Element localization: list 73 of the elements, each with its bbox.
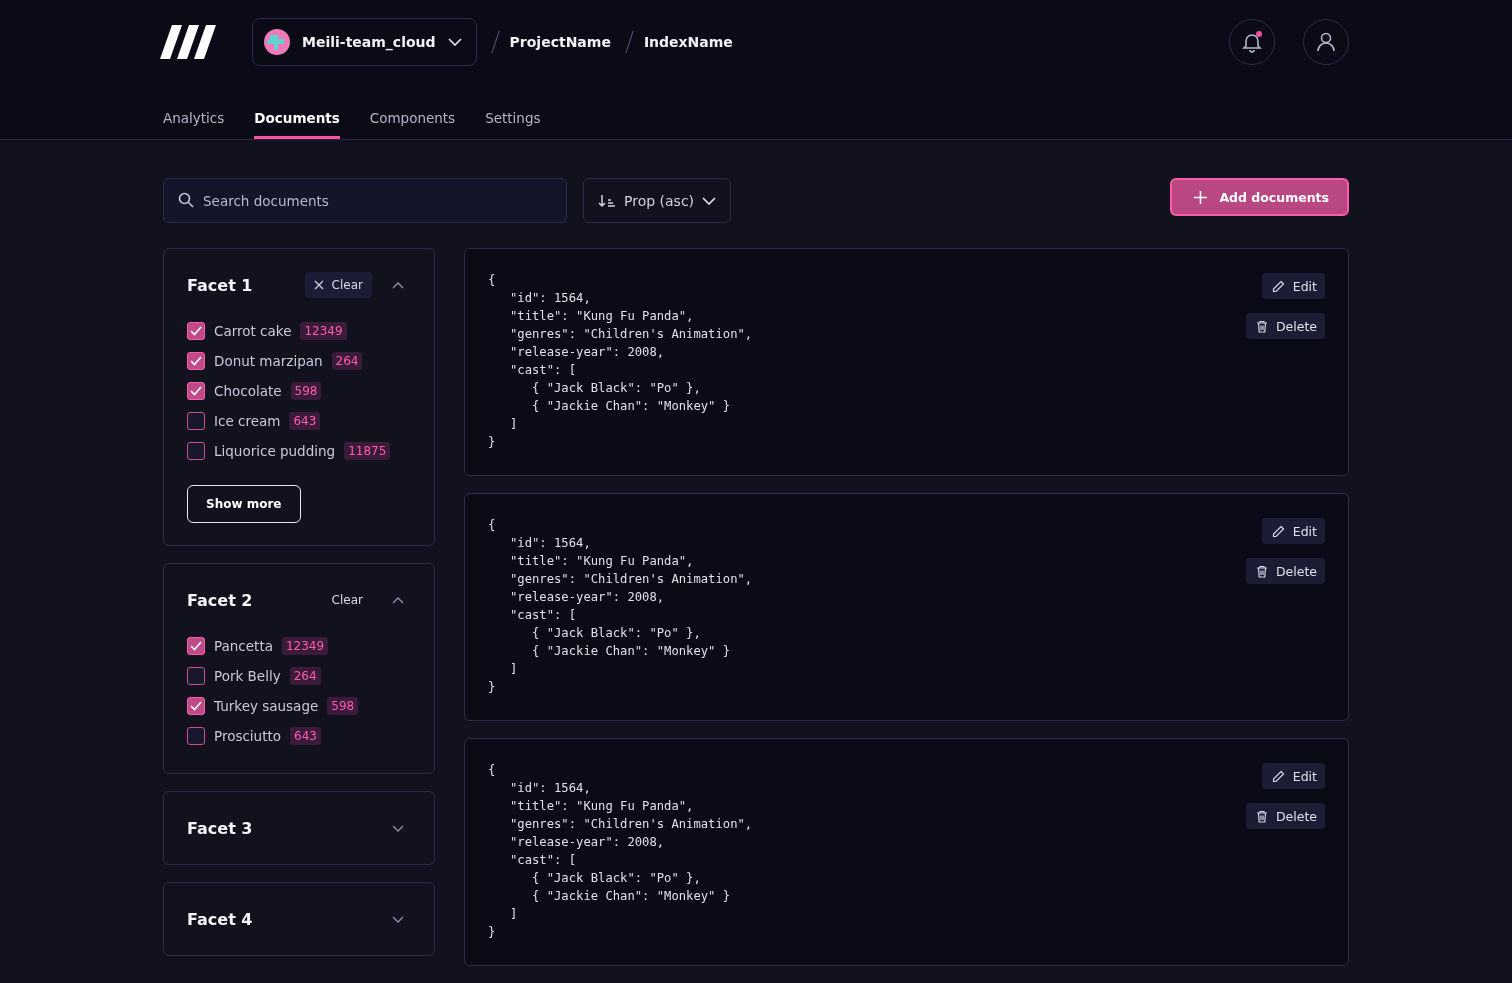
option-label: Carrot cake — [214, 323, 292, 339]
edit-button[interactable]: Edit — [1261, 518, 1325, 544]
delete-button[interactable]: Delete — [1245, 313, 1325, 339]
pencil-icon — [1271, 279, 1285, 293]
sort-dropdown[interactable]: Prop (asc) — [583, 178, 732, 223]
facet-title: Facet 1 — [187, 275, 253, 295]
search-field[interactable]: Search documents — [163, 178, 567, 223]
option-label: Turkey sausage — [214, 698, 319, 714]
plus-icon — [1194, 190, 1208, 204]
count-badge: 11875 — [344, 442, 391, 460]
trash-icon — [1255, 809, 1268, 823]
count-badge: 598 — [290, 382, 322, 400]
delete-button[interactable]: Delete — [1245, 558, 1325, 584]
chevron-down-icon — [392, 915, 404, 923]
option-label: Pancetta — [214, 638, 273, 654]
breadcrumb-link[interactable]: IndexName — [643, 34, 733, 50]
pencil-icon — [1271, 524, 1285, 538]
chevron-up-icon — [392, 596, 404, 604]
option-label: Pork Belly — [214, 668, 281, 684]
nav-tab[interactable]: Components — [369, 110, 456, 139]
checkbox[interactable] — [187, 667, 205, 685]
checkbox[interactable] — [187, 412, 205, 430]
option-label: Ice cream — [214, 413, 281, 429]
edit-button[interactable]: Edit — [1261, 273, 1325, 299]
checkbox[interactable] — [187, 697, 205, 715]
chevron-up-icon — [392, 281, 404, 289]
checkbox[interactable] — [187, 442, 205, 460]
clear-button[interactable]: Clear — [304, 272, 372, 298]
json-text: { "id": 1564, "title": "Kung Fu Panda", "genres": "Children's Animation", "release-year": 2008, "cast": [ { "Jack Black": "Po" }, { "Jackie Chan": "Monkey" } ] } — [488, 762, 754, 941]
count-badge: 643 — [290, 727, 321, 745]
chevron-down-icon — [702, 196, 717, 205]
count-badge: 264 — [331, 352, 363, 370]
clear-button[interactable]: Clear — [322, 587, 372, 613]
delete-button[interactable]: Delete — [1245, 803, 1325, 829]
checkbox[interactable] — [187, 322, 205, 340]
facet-title: Facet 3 — [187, 818, 253, 838]
nav-tab[interactable]: Settings — [485, 110, 541, 139]
pencil-icon — [1271, 769, 1285, 783]
checkbox[interactable] — [187, 352, 205, 370]
org-selector[interactable]: Meili-team_cloud — [252, 18, 477, 66]
show-more-button[interactable]: Show more — [187, 485, 301, 523]
edit-button[interactable]: Edit — [1261, 763, 1325, 789]
json-text: { "id": 1564, "title": "Kung Fu Panda", "genres": "Children's Animation", "release-year": 2008, "cast": [ { "Jack Black": "Po" }, { "Jackie Chan": "Monkey" } ] } — [488, 272, 754, 451]
search-icon — [178, 192, 194, 208]
add-documents-button[interactable]: Add documents — [1170, 178, 1349, 216]
trash-icon — [1255, 564, 1268, 578]
avatar-icon — [264, 29, 290, 55]
checkbox[interactable] — [187, 637, 205, 655]
count-badge: 12349 — [281, 637, 329, 655]
facet-title: Facet 4 — [187, 909, 253, 929]
option-label: Donut marzipan — [214, 353, 323, 369]
facet-title: Facet 2 — [187, 590, 253, 610]
count-badge: 643 — [289, 412, 321, 430]
chevron-down-icon — [392, 824, 404, 832]
chevron-down-icon — [447, 38, 462, 46]
count-badge: 598 — [327, 697, 359, 715]
checkbox[interactable] — [187, 382, 205, 400]
count-badge: 12349 — [300, 322, 347, 340]
logo-icon — [160, 25, 216, 59]
json-text: { "id": 1564, "title": "Kung Fu Panda", "genres": "Children's Animation", "release-year": 2008, "cast": [ { "Jack Black": "Po" }, { "Jackie Chan": "Monkey" } ] } — [488, 517, 754, 696]
user-icon — [1315, 31, 1337, 53]
breadcrumb-link[interactable]: ProjectName — [509, 34, 611, 50]
bell-icon — [1241, 31, 1263, 53]
nav-tab[interactable]: Documents — [254, 110, 340, 139]
close-icon — [313, 280, 324, 290]
option-label: Prosciutto — [214, 728, 282, 744]
checkbox[interactable] — [187, 727, 205, 745]
count-badge: 264 — [289, 667, 321, 685]
option-label: Chocolate — [214, 383, 282, 399]
trash-icon — [1255, 319, 1268, 333]
option-label: Liquorice pudding — [214, 443, 336, 459]
nav-tab[interactable]: Analytics — [163, 110, 225, 139]
sort-icon — [598, 193, 616, 208]
